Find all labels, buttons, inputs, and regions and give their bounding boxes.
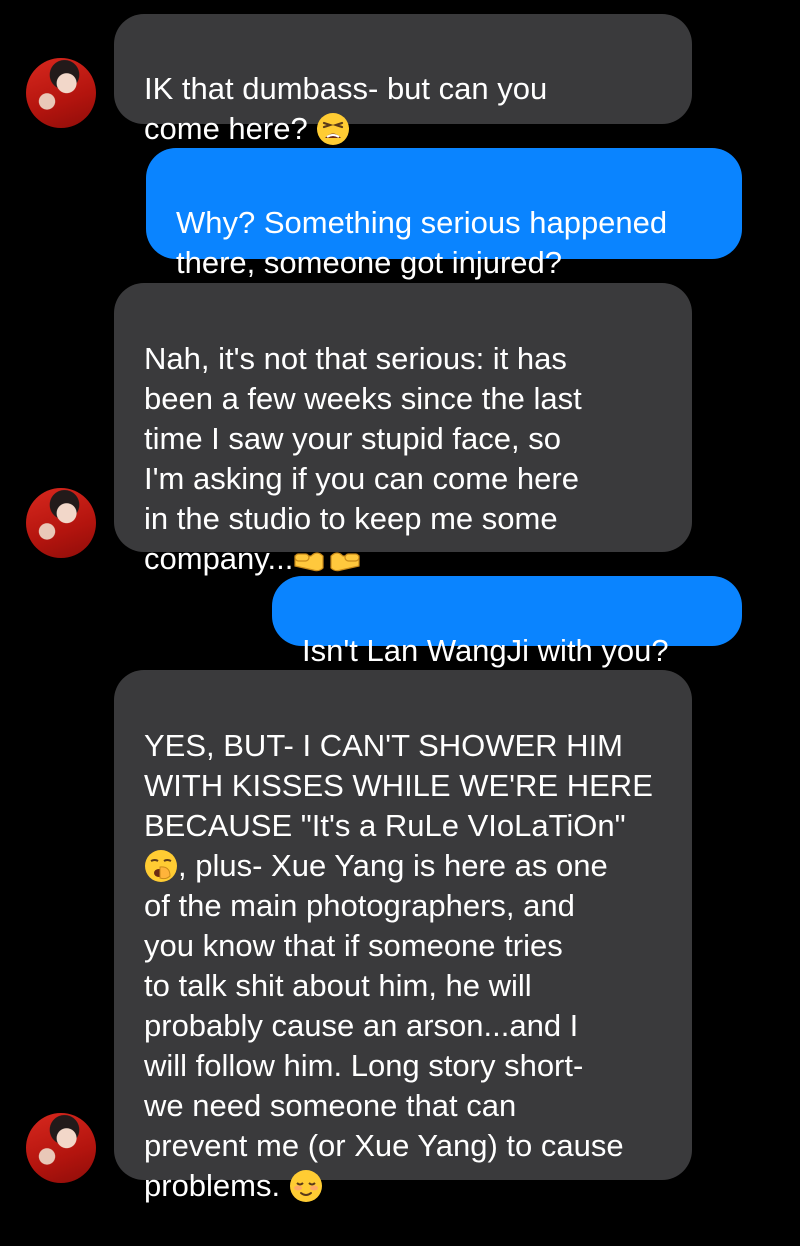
yawning-face-emoji [144, 849, 178, 883]
message-text: Isn't Lan WangJi with you? [302, 633, 669, 668]
tired-face-emoji [316, 112, 350, 146]
message-bubble-incoming[interactable]: YES, BUT- I CAN'T SHOWER HIM WITH KISSES… [114, 670, 692, 1203]
message-text: IK that dumbass- but can you come here? [144, 71, 548, 146]
message-text: YES, BUT- I CAN'T SHOWER HIM WITH KISSES… [144, 728, 653, 1203]
message-bubble-incoming[interactable]: IK that dumbass- but can you come here? [114, 14, 692, 146]
message-bubble-incoming[interactable]: Nah, it's not that serious: it has been … [114, 283, 692, 576]
message-bubble-outgoing[interactable]: Why? Something serious happened there, s… [146, 148, 742, 280]
contact-avatar[interactable] [26, 58, 96, 128]
contact-avatar[interactable] [26, 1113, 96, 1183]
pointing-fingers-emoji [293, 542, 361, 576]
relieved-face-emoji [289, 1169, 323, 1203]
message-text: Why? Something serious happened there, s… [176, 205, 668, 280]
message-bubble-outgoing[interactable]: Isn't Lan WangJi with you? [272, 576, 742, 668]
message-text: Nah, it's not that serious: it has been … [144, 341, 582, 576]
contact-avatar[interactable] [26, 488, 96, 558]
chat-thread: IK that dumbass- but can you come here? … [0, 0, 800, 1203]
